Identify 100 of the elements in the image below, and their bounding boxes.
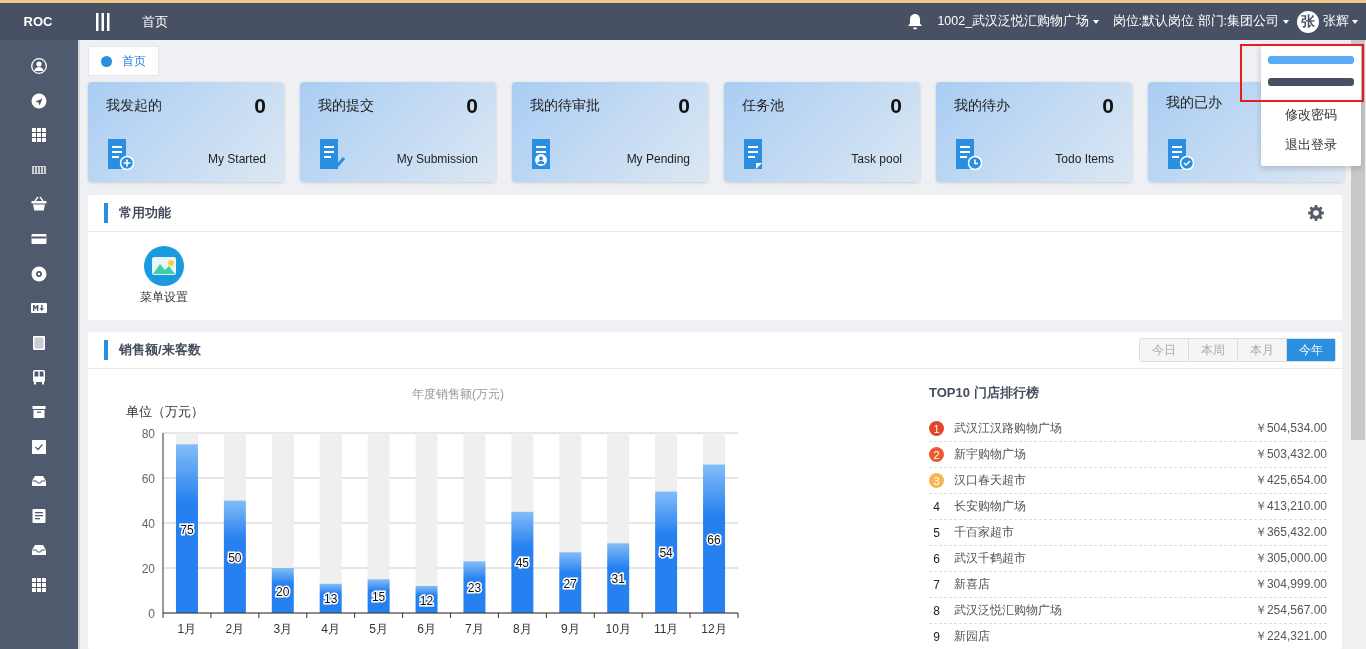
checkbox-icon[interactable]: [31, 438, 47, 455]
basket-icon[interactable]: [31, 196, 47, 213]
store-name: 武汉千鹤超市: [954, 550, 1027, 567]
tick-label: 60: [141, 472, 155, 486]
tick-label: 1月: [177, 622, 197, 636]
ranking-title: TOP10 门店排行榜: [929, 384, 1040, 402]
store-name: 新园店: [954, 628, 991, 645]
card-label: My Pending: [626, 152, 690, 168]
tick-label: 8月: [513, 622, 532, 636]
document-icon: [106, 138, 134, 170]
amount: ￥504,534.00: [1254, 420, 1327, 437]
card-label: Task pool: [851, 152, 902, 168]
bell-icon[interactable]: [907, 12, 924, 31]
card-count: 0: [890, 94, 902, 118]
home-link[interactable]: 首页: [142, 12, 168, 31]
amount: ￥425,654.00: [1254, 472, 1327, 489]
data-label: 15: [371, 590, 386, 605]
tick-label: 5月: [369, 622, 388, 636]
amount: ￥413,210.00: [1254, 498, 1327, 515]
grid-icon[interactable]: [31, 127, 47, 144]
stat-card[interactable]: 我发起的 0 My Started: [88, 82, 284, 182]
menu-icon[interactable]: [96, 12, 110, 31]
card-count: 0: [254, 94, 266, 118]
card-label: My Started: [207, 152, 266, 168]
data-label: 45: [515, 556, 530, 571]
amount: ￥224,321.00: [1254, 628, 1327, 645]
amount: ￥503,432.00: [1254, 446, 1327, 463]
store-name: 汉口春天超市: [954, 472, 1027, 489]
document-icon: [1166, 138, 1194, 170]
position-dropdown[interactable]: 岗位:默认岗位 部门:集团公司: [1112, 13, 1289, 30]
archive-icon[interactable]: [31, 403, 47, 420]
axis-label: 单位（万元）: [126, 405, 204, 419]
stat-card[interactable]: 我的待审批 0 My Pending: [512, 82, 708, 182]
note-icon[interactable]: [31, 507, 47, 524]
document-icon: [318, 138, 346, 170]
rank-number: 7: [932, 577, 941, 592]
data-label: 27: [563, 576, 577, 591]
document-icon: [954, 138, 982, 170]
store-name: 新宇购物广场: [954, 446, 1027, 463]
card-count: 0: [678, 94, 690, 118]
disc-icon[interactable]: [31, 265, 47, 282]
tick-label: 12月: [701, 622, 727, 636]
panel-title: 销售额/来客数: [119, 341, 201, 359]
user-icon[interactable]: [31, 58, 47, 74]
amount: ￥305,000.00: [1254, 550, 1327, 567]
stat-card[interactable]: 我的待办 0 Todo Items: [936, 82, 1132, 182]
data-label: 12: [419, 593, 434, 608]
bus-icon[interactable]: [31, 369, 47, 386]
menu-item[interactable]: 修改密码: [1285, 100, 1337, 130]
rank-badge: 1: [929, 421, 944, 436]
settings-icon[interactable]: [1308, 205, 1324, 221]
store-name: 长安购物广场: [954, 498, 1027, 515]
amount: ￥254,567.00: [1254, 602, 1327, 619]
data-label: 66: [707, 532, 721, 547]
logo: ROC: [22, 14, 54, 29]
grid-icon[interactable]: [31, 576, 47, 593]
tick-label: 6月: [417, 622, 436, 636]
store-dropdown[interactable]: 1002_武汉泛悦汇购物广场: [937, 13, 1099, 30]
card-count: 0: [1102, 94, 1114, 118]
rank-number: 9: [932, 629, 941, 644]
tick-label: 11月: [653, 622, 679, 636]
document-icon[interactable]: [31, 334, 47, 351]
tick-label: 4月: [321, 622, 341, 636]
store-name: 武汉江汉路购物广场: [954, 420, 1063, 437]
panel-title: 常用功能: [119, 204, 171, 222]
tab[interactable]: 首页: [88, 46, 159, 76]
card-title: 我的已办: [1166, 94, 1222, 112]
tick-label: 40: [141, 517, 155, 531]
card-title: 我的待办: [954, 97, 1010, 115]
store-name: 千百家超市: [954, 524, 1015, 541]
data-label: 23: [467, 581, 482, 596]
data-label: 54: [659, 546, 673, 561]
card-title: 我发起的: [106, 97, 162, 115]
avatar[interactable]: 张: [1296, 10, 1319, 33]
store-name: 武汉泛悦汇购物广场: [954, 602, 1063, 619]
rank-badge: 3: [929, 473, 944, 488]
data-label: 75: [180, 522, 194, 537]
tick-label: 3月: [273, 622, 293, 636]
tick-label: 80: [141, 427, 155, 441]
card-count: 0: [466, 94, 478, 118]
card-label: My Submission: [396, 152, 478, 168]
data-label: 31: [611, 572, 625, 587]
amount: ￥304,999.00: [1254, 576, 1327, 593]
data-label: 20: [276, 584, 290, 599]
card-title: 我的提交: [318, 97, 374, 115]
amount: ￥365,432.00: [1254, 524, 1327, 541]
menu-item[interactable]: 退出登录: [1285, 130, 1337, 160]
card-title: 我的待审批: [530, 97, 600, 115]
tick-label: 2月: [225, 622, 245, 636]
tick-label: 10月: [605, 622, 631, 636]
data-label: 50: [228, 550, 242, 565]
stat-card[interactable]: 我的提交 0 My Submission: [300, 82, 496, 182]
card-title: 任务池: [742, 97, 784, 115]
tick-label: 7月: [465, 622, 484, 636]
rank-number: 5: [932, 525, 941, 540]
stat-card[interactable]: 任务池 0 Task pool: [724, 82, 920, 182]
user-dropdown[interactable]: 张辉: [1322, 13, 1358, 30]
navigation-icon[interactable]: [31, 92, 47, 109]
rank-number: 8: [932, 603, 941, 618]
store-name: 新喜店: [954, 576, 991, 593]
